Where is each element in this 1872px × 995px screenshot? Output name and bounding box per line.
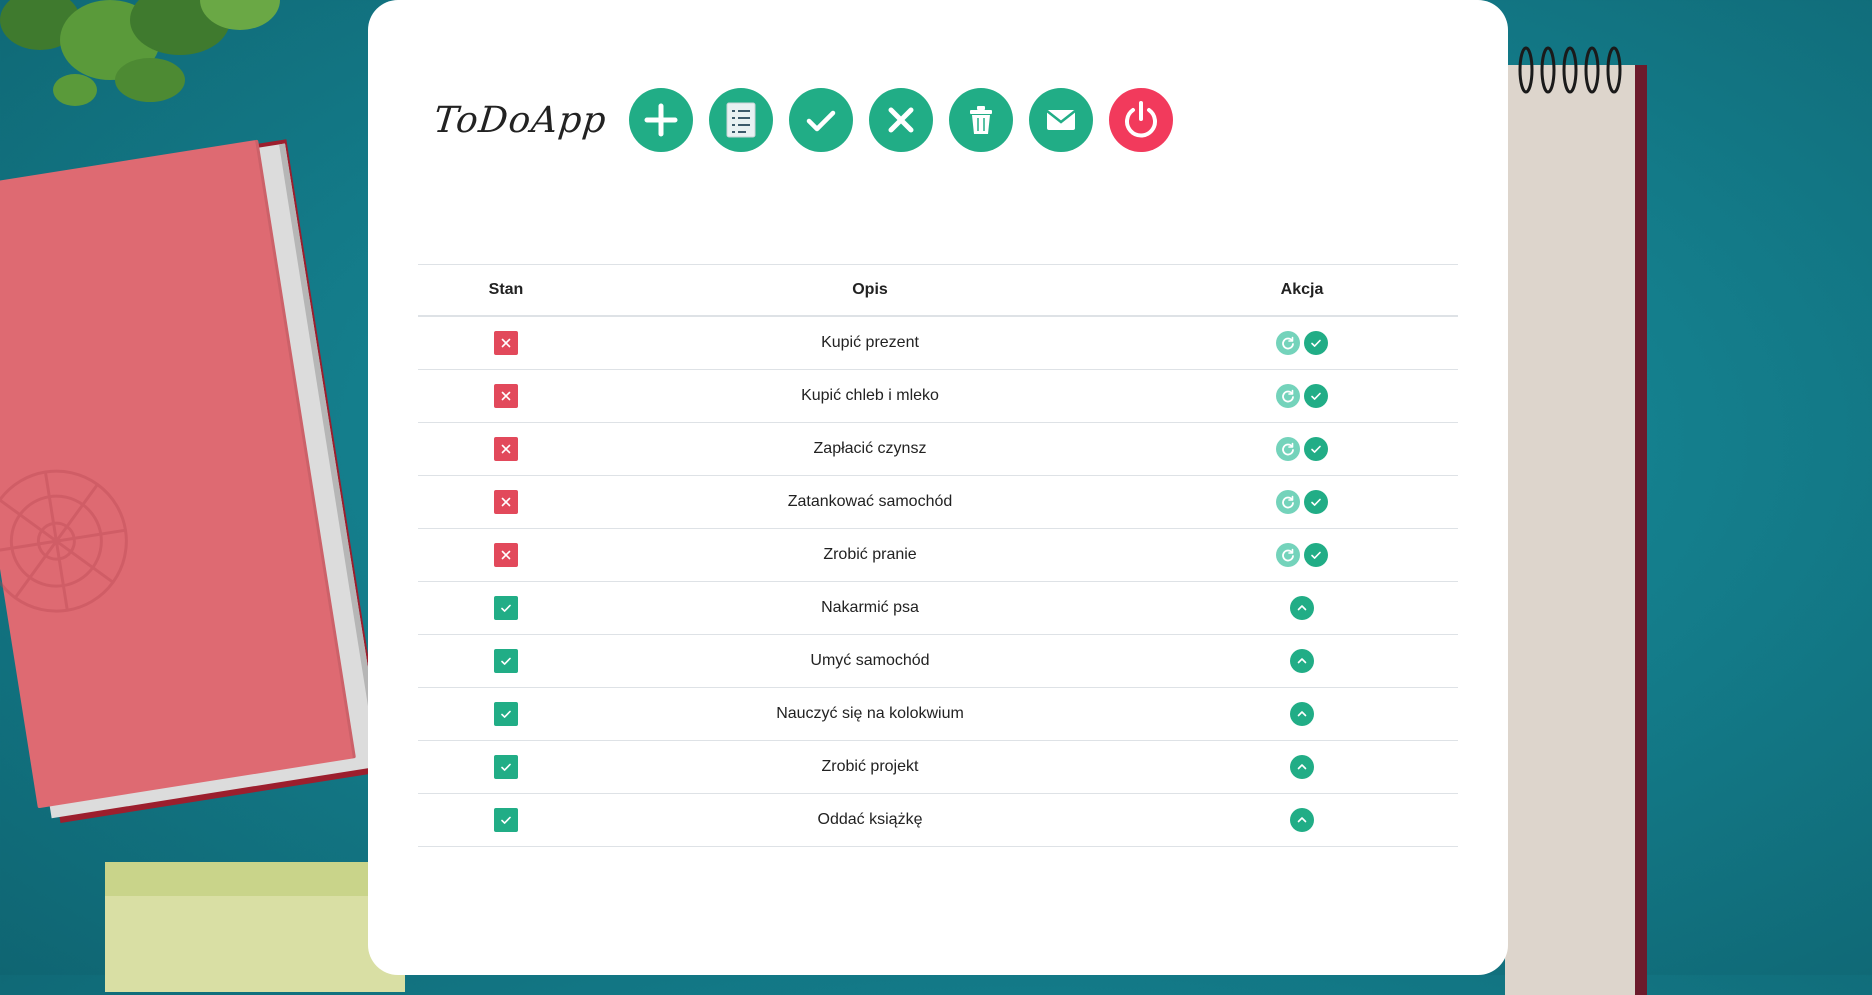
status-open-icon — [494, 490, 518, 514]
in-progress-button[interactable] — [1276, 384, 1300, 408]
status-cell — [418, 316, 594, 370]
app-title: ToDoApp — [431, 99, 609, 141]
status-open-icon — [494, 437, 518, 461]
table-row: Zrobić projekt — [418, 740, 1458, 794]
add-button[interactable] — [628, 88, 693, 152]
actions-cell — [1146, 316, 1458, 370]
mail-icon — [1045, 110, 1076, 130]
status-cell — [418, 369, 594, 423]
restore-button[interactable] — [1290, 755, 1314, 779]
table-row: Zrobić pranie — [418, 528, 1458, 582]
status-cell — [418, 581, 594, 635]
task-description: Zatankować samochód — [594, 475, 1146, 529]
mark-done-button[interactable] — [1304, 490, 1328, 514]
header-akcja: Akcja — [1146, 264, 1458, 317]
task-description: Kupić prezent — [594, 316, 1146, 370]
mail-button[interactable] — [1028, 88, 1093, 152]
todo-table: Stan Opis Akcja Kupić prezent Kupić chleb… — [418, 264, 1458, 847]
mark-done-button[interactable] — [1304, 331, 1328, 355]
actions-cell — [1146, 634, 1458, 688]
notepad-decoration — [1505, 65, 1647, 995]
list-button[interactable] — [708, 88, 773, 152]
task-description: Zrobić pranie — [594, 528, 1146, 582]
table-row: Oddać książkę — [418, 793, 1458, 847]
plus-icon — [644, 103, 678, 137]
book-decoration — [0, 138, 387, 823]
status-done-icon — [494, 596, 518, 620]
task-description: Nakarmić psa — [594, 581, 1146, 635]
header-stan: Stan — [418, 264, 594, 317]
main-card: ToDoApp Stan Opis Akcja Kupić prezent Ku… — [368, 0, 1508, 975]
notepad-rings-decoration — [1518, 46, 1622, 94]
status-cell — [418, 422, 594, 476]
close-icon — [888, 107, 914, 133]
trash-icon — [969, 106, 992, 134]
header-opis: Opis — [594, 264, 1146, 317]
status-cell — [418, 793, 594, 847]
sticky-note-decoration — [105, 862, 405, 992]
delete-button[interactable] — [948, 88, 1013, 152]
done-filter-button[interactable] — [788, 88, 853, 152]
mark-done-button[interactable] — [1304, 437, 1328, 461]
status-cell — [418, 528, 594, 582]
table-row: Zapłacić czynsz — [418, 422, 1458, 476]
restore-button[interactable] — [1290, 702, 1314, 726]
mark-done-button[interactable] — [1304, 384, 1328, 408]
actions-cell — [1146, 369, 1458, 423]
actions-cell — [1146, 528, 1458, 582]
table-row: Umyć samochód — [418, 634, 1458, 688]
logout-button[interactable] — [1108, 88, 1173, 152]
power-icon — [1124, 101, 1157, 138]
status-done-icon — [494, 702, 518, 726]
table-row: Kupić prezent — [418, 316, 1458, 370]
task-description: Oddać książkę — [594, 793, 1146, 847]
status-done-icon — [494, 755, 518, 779]
task-description: Zrobić projekt — [594, 740, 1146, 794]
actions-cell — [1146, 687, 1458, 741]
actions-cell — [1146, 422, 1458, 476]
task-description: Umyć samochód — [594, 634, 1146, 688]
actions-cell — [1146, 740, 1458, 794]
actions-cell — [1146, 793, 1458, 847]
status-open-icon — [494, 384, 518, 408]
table-row: Zatankować samochód — [418, 475, 1458, 529]
undone-filter-button[interactable] — [868, 88, 933, 152]
mark-done-button[interactable] — [1304, 543, 1328, 567]
check-icon — [806, 110, 835, 132]
status-cell — [418, 634, 594, 688]
restore-button[interactable] — [1290, 808, 1314, 832]
list-icon — [726, 102, 756, 138]
status-open-icon — [494, 331, 518, 355]
app-header: ToDoApp — [431, 88, 1189, 152]
plant-decoration — [0, 0, 280, 106]
restore-button[interactable] — [1290, 596, 1314, 620]
in-progress-button[interactable] — [1276, 331, 1300, 355]
status-cell — [418, 475, 594, 529]
in-progress-button[interactable] — [1276, 543, 1300, 567]
task-description: Nauczyć się na kolokwium — [594, 687, 1146, 741]
in-progress-button[interactable] — [1276, 490, 1300, 514]
task-description: Zapłacić czynsz — [594, 422, 1146, 476]
task-description: Kupić chleb i mleko — [594, 369, 1146, 423]
table-row: Nakarmić psa — [418, 581, 1458, 635]
actions-cell — [1146, 475, 1458, 529]
in-progress-button[interactable] — [1276, 437, 1300, 461]
status-done-icon — [494, 808, 518, 832]
status-cell — [418, 687, 594, 741]
table-row: Kupić chleb i mleko — [418, 369, 1458, 423]
restore-button[interactable] — [1290, 649, 1314, 673]
status-cell — [418, 740, 594, 794]
actions-cell — [1146, 581, 1458, 635]
status-done-icon — [494, 649, 518, 673]
table-row: Nauczyć się na kolokwium — [418, 687, 1458, 741]
status-open-icon — [494, 543, 518, 567]
